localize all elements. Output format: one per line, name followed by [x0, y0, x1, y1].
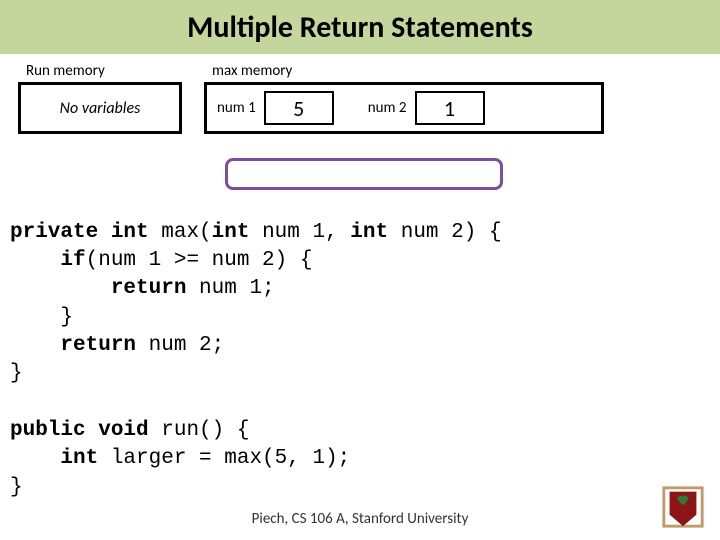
code-line-3: return num 1;	[10, 277, 275, 300]
max-memory-label: max memory	[212, 62, 604, 80]
code-line-8: int larger = max(5, 1);	[10, 447, 350, 470]
code-block: private int max(int num 1, int num 2) { …	[10, 162, 720, 502]
var-name-num2: num 2	[368, 99, 407, 117]
code-line-7: public void run() {	[10, 419, 249, 442]
param-highlight	[225, 158, 503, 190]
max-memory-box: num 1 5 num 2 1	[204, 82, 604, 134]
code-line-6: }	[10, 362, 23, 385]
var-value-num2: 1	[415, 91, 485, 125]
stanford-logo-icon	[660, 484, 706, 530]
footer-text: Piech, CS 106 A, Stanford University	[0, 510, 720, 528]
code-line-2: if(num 1 >= num 2) {	[10, 249, 312, 272]
run-memory-label: Run memory	[26, 62, 182, 80]
var-name-num1: num 1	[217, 99, 256, 117]
slide-title: Multiple Return Statements	[187, 9, 533, 46]
run-memory-box: No variables	[18, 82, 182, 134]
run-memory-block: Run memory No variables	[18, 62, 182, 134]
code-line-4: }	[10, 306, 73, 329]
code-line-1: private int max(int num 1, int num 2) {	[10, 221, 502, 244]
var-value-num1: 5	[264, 91, 334, 125]
title-band: Multiple Return Statements	[0, 0, 720, 54]
no-variables-text: No variables	[60, 99, 141, 118]
memory-row: Run memory No variables max memory num 1…	[18, 62, 720, 134]
max-memory-block: max memory num 1 5 num 2 1	[204, 62, 604, 134]
code-line-5: return num 2;	[10, 334, 224, 357]
code-line-9: }	[10, 476, 23, 499]
